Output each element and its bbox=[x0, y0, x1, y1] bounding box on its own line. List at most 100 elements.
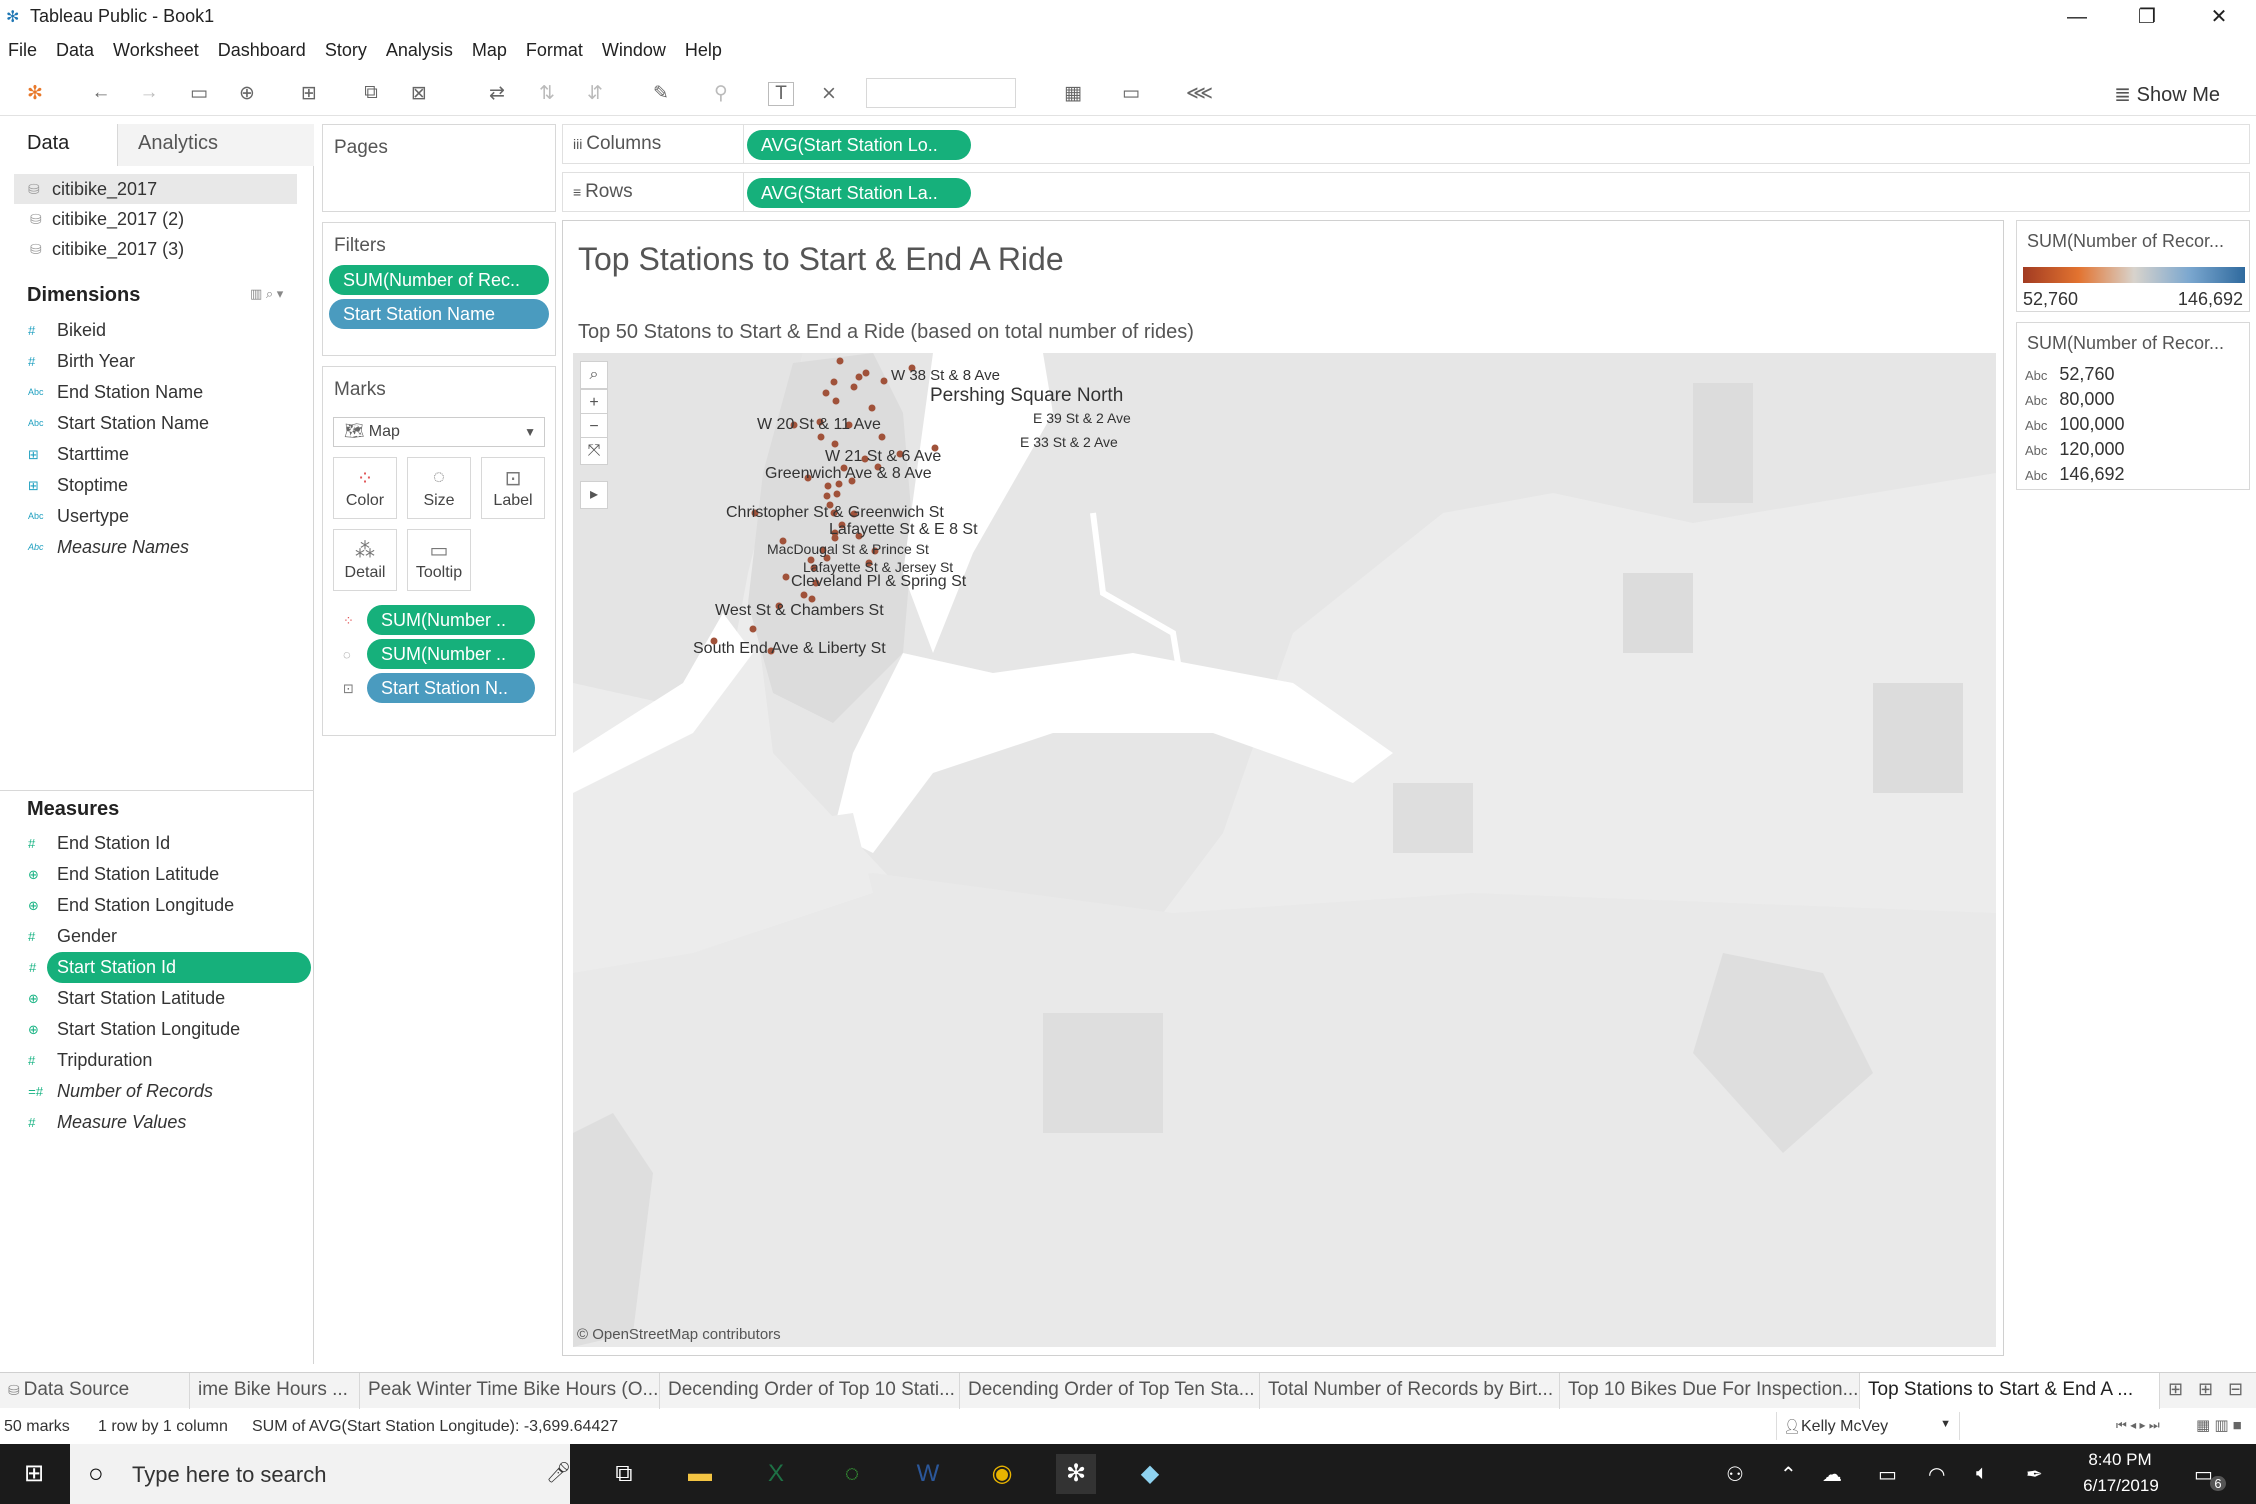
app-taskbar-icon[interactable]: ◆ bbox=[1130, 1454, 1170, 1494]
sheet-tab[interactable]: Decending Order of Top Ten Sta... bbox=[960, 1373, 1260, 1409]
size-legend[interactable]: SUM(Number of Recor... Abc 52,760 Abc 80,0… bbox=[2016, 322, 2250, 490]
field-start-station-longitude[interactable]: ⊕ Start Station Longitude bbox=[0, 1014, 314, 1045]
station-label[interactable]: West St & Chambers St bbox=[715, 602, 884, 620]
fix-axes-icon[interactable]: ⨯ bbox=[816, 82, 842, 105]
new-worksheet-tab-icon[interactable]: ⊞ bbox=[2168, 1379, 2183, 1400]
menu-dashboard[interactable]: Dashboard bbox=[218, 40, 306, 61]
map-canvas[interactable]: ⌕ + − ⤧ ▸ © OpenStreetMap contributors W… bbox=[573, 353, 1996, 1347]
sheet-tab[interactable]: Total Number of Records by Birt... bbox=[1260, 1373, 1560, 1409]
field-stoptime[interactable]: ⊞ Stoptime bbox=[0, 470, 313, 501]
field-measure-values[interactable]: # Measure Values bbox=[0, 1107, 314, 1138]
menu-map[interactable]: Map bbox=[472, 40, 507, 61]
station-mark[interactable] bbox=[855, 373, 863, 381]
sheet-tab[interactable]: Peak Winter Time Bike Hours (O... bbox=[360, 1373, 660, 1409]
restore-button[interactable]: ❐ bbox=[2114, 0, 2180, 34]
station-mark[interactable] bbox=[868, 404, 876, 412]
show-labels-icon[interactable]: T bbox=[768, 82, 794, 106]
color-legend[interactable]: SUM(Number of Recor... 52,760 146,692 bbox=[2016, 220, 2250, 312]
filter-pill[interactable]: Start Station Name bbox=[329, 299, 549, 329]
marks-label-pill[interactable]: Start Station N.. bbox=[367, 673, 535, 703]
station-label[interactable]: W 20 St & 11 Ave bbox=[757, 416, 881, 434]
menu-data[interactable]: Data bbox=[56, 40, 94, 61]
station-mark[interactable] bbox=[862, 369, 870, 377]
wifi-icon[interactable]: ◠ bbox=[1928, 1462, 1945, 1487]
menu-worksheet[interactable]: Worksheet bbox=[113, 40, 199, 61]
undo-icon[interactable]: ← bbox=[88, 82, 114, 104]
station-mark[interactable] bbox=[823, 492, 831, 500]
sort-descending-icon[interactable]: ⇵ bbox=[582, 82, 608, 105]
save-icon[interactable]: ▭ bbox=[186, 82, 212, 105]
field-bikeid[interactable]: # Bikeid bbox=[0, 315, 313, 346]
close-button[interactable]: ✕ bbox=[2186, 0, 2252, 34]
station-mark[interactable] bbox=[782, 573, 790, 581]
station-label[interactable]: Pershing Square North bbox=[930, 385, 1123, 407]
field-start-station-id[interactable]: # Start Station Id bbox=[29, 952, 311, 983]
station-label[interactable]: South End Ave & Liberty St bbox=[693, 640, 886, 658]
show-me-button[interactable]: ≣ Show Me bbox=[2114, 82, 2220, 107]
marks-size-pill[interactable]: SUM(Number .. bbox=[367, 639, 535, 669]
data-source-item[interactable]: ⛁ citibike_2017 bbox=[14, 174, 297, 204]
map-toolbar-expand-button[interactable]: ▸ bbox=[580, 481, 608, 509]
station-mark[interactable] bbox=[749, 625, 757, 633]
field-end-station-name[interactable]: Abc End Station Name bbox=[0, 377, 313, 408]
tab-analytics[interactable]: Analytics bbox=[138, 132, 218, 155]
station-mark[interactable] bbox=[878, 433, 886, 441]
filters-card[interactable]: Filters SUM(Number of Rec.. Start Statio… bbox=[322, 222, 556, 356]
station-mark[interactable] bbox=[832, 397, 840, 405]
station-mark[interactable] bbox=[850, 383, 858, 391]
menu-help[interactable]: Help bbox=[685, 40, 722, 61]
dimension-tools-icon[interactable]: ▥ ⌕ ▾ bbox=[250, 286, 283, 302]
sheet-nav-icon[interactable]: ⏮ ◂ ▸ ⏭ bbox=[2116, 1418, 2160, 1433]
color-button[interactable]: ⁘ Color bbox=[333, 457, 397, 519]
data-source-item[interactable]: ⛁ citibike_2017 (2) bbox=[0, 204, 313, 234]
tableau-logo-icon[interactable]: ✻ bbox=[22, 82, 48, 105]
label-button[interactable]: ⊡ Label bbox=[481, 457, 545, 519]
station-mark[interactable] bbox=[822, 389, 830, 397]
field-end-station-longitude[interactable]: ⊕ End Station Longitude bbox=[0, 890, 314, 921]
station-mark[interactable] bbox=[833, 490, 841, 498]
view-title[interactable]: Top Stations to Start & End A Ride bbox=[578, 241, 1064, 278]
file-explorer-icon[interactable]: ▬ bbox=[680, 1454, 720, 1494]
menu-window[interactable]: Window bbox=[602, 40, 666, 61]
redo-icon[interactable]: → bbox=[136, 82, 162, 104]
clock-date[interactable]: 6/17/2019 bbox=[2076, 1476, 2166, 1496]
clear-sheet-icon[interactable]: ⊠ bbox=[406, 82, 432, 105]
tooltip-button[interactable]: ▭ Tooltip bbox=[407, 529, 471, 591]
station-mark[interactable] bbox=[880, 377, 888, 385]
map-search-button[interactable]: ⌕ bbox=[580, 361, 608, 389]
present-icon[interactable]: ▭ bbox=[1118, 82, 1144, 105]
tab-data-source[interactable]: ⛁ Data Source bbox=[0, 1373, 190, 1409]
new-datasource-icon[interactable]: ⊕ bbox=[234, 82, 260, 105]
filter-pill[interactable]: SUM(Number of Rec.. bbox=[329, 265, 549, 295]
microphone-icon[interactable]: 🎤︎ bbox=[546, 1460, 571, 1485]
taskbar-search[interactable]: ○ Type here to search 🎤︎ bbox=[70, 1444, 571, 1504]
field-end-station-latitude[interactable]: ⊕ End Station Latitude bbox=[0, 859, 314, 890]
station-mark[interactable] bbox=[817, 433, 825, 441]
sort-ascending-icon[interactable]: ⇅ bbox=[534, 82, 560, 105]
station-mark[interactable] bbox=[824, 482, 832, 490]
field-end-station-id[interactable]: # End Station Id bbox=[0, 828, 314, 859]
station-label[interactable]: E 39 St & 2 Ave bbox=[1033, 410, 1131, 426]
reset-map-button[interactable]: ⤧ bbox=[580, 437, 608, 465]
view-mode-icon[interactable]: ▦ ▥ ■ bbox=[2196, 1416, 2242, 1434]
highlight-icon[interactable]: ✎ bbox=[648, 82, 674, 105]
presentation-chart-icon[interactable]: ▦ bbox=[1060, 82, 1086, 105]
field-start-station-name[interactable]: Abc Start Station Name bbox=[0, 408, 313, 439]
minimize-button[interactable]: — bbox=[2044, 0, 2110, 34]
detail-button[interactable]: ⁂ Detail bbox=[333, 529, 397, 591]
tab-data[interactable]: Data bbox=[27, 132, 69, 155]
fit-dropdown[interactable] bbox=[866, 78, 1016, 108]
new-worksheet-icon[interactable]: ⊞ bbox=[296, 82, 322, 105]
windows-start-icon[interactable]: ⊞ bbox=[14, 1454, 54, 1494]
station-mark[interactable] bbox=[831, 440, 839, 448]
menu-analysis[interactable]: Analysis bbox=[386, 40, 453, 61]
duplicate-sheet-icon[interactable]: ⧉ bbox=[358, 82, 384, 104]
field-gender[interactable]: # Gender bbox=[0, 921, 314, 952]
sheet-tab[interactable]: Decending Order of Top 10 Stati... bbox=[660, 1373, 960, 1409]
station-mark[interactable] bbox=[836, 357, 844, 365]
group-icon[interactable]: ⚲ bbox=[708, 82, 734, 105]
share-icon[interactable]: ⋘ bbox=[1186, 82, 1213, 105]
field-tripduration[interactable]: # Tripduration bbox=[0, 1045, 314, 1076]
station-label[interactable]: Lafayette St & E 8 St bbox=[829, 521, 978, 539]
field-usertype[interactable]: Abc Usertype bbox=[0, 501, 313, 532]
